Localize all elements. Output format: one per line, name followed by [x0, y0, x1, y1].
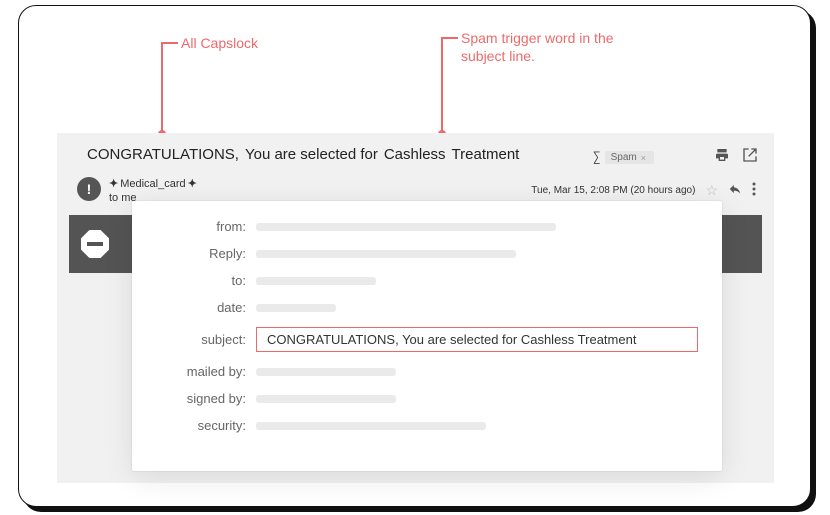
spam-chip-text: Spam [611, 152, 637, 163]
annotation-capslock: All Capslock [181, 34, 258, 52]
header-label-security: security: [156, 418, 256, 433]
star-icon[interactable]: ☆ [705, 182, 718, 199]
header-label-subject: subject: [156, 332, 256, 347]
reply-icon[interactable] [728, 182, 742, 199]
sender-name: Medical_card [120, 177, 185, 191]
header-label-from: from: [156, 219, 256, 234]
spam-chip[interactable]: Spam × [605, 151, 654, 164]
header-label-date: date: [156, 300, 256, 315]
email-meta: Tue, Mar 15, 2:08 PM (20 hours ago) ☆ [531, 182, 756, 199]
spam-label-group: ∑ Spam × [593, 150, 654, 165]
placeholder [256, 422, 486, 430]
headers-popup: from: Reply: to: date: subject:CONGRATUL… [132, 201, 722, 471]
header-subject-value: CONGRATULATIONS, You are selected for Ca… [256, 327, 698, 352]
subject-highlight: Cashless [384, 146, 446, 163]
frame: All Capslock Spam trigger word in the su… [18, 5, 811, 507]
subject-mid: You are selected for [245, 146, 378, 163]
header-label-mailed-by: mailed by: [156, 364, 256, 379]
annotation-connector [161, 42, 163, 132]
annotation-connector [441, 37, 443, 132]
expand-icon[interactable]: ✦ [188, 177, 197, 191]
more-icon[interactable] [752, 182, 756, 199]
expand-icon[interactable]: ✦ [109, 177, 118, 191]
placeholder [256, 277, 376, 285]
placeholder [256, 223, 556, 231]
annotation-connector [442, 37, 458, 39]
email-subject: CONGRATULATIONS, You are selected for Ca… [87, 146, 519, 163]
placeholder [256, 395, 396, 403]
warning-icon [81, 230, 109, 258]
remove-label-icon[interactable]: × [641, 153, 646, 163]
placeholder [256, 368, 396, 376]
print-icon[interactable] [714, 147, 730, 163]
email-actions [714, 147, 758, 163]
subject-suffix: Treatment [452, 146, 520, 163]
sender-avatar: ! [77, 177, 101, 201]
annotation-spamword: Spam trigger word in the subject line. [461, 29, 661, 65]
annotation-connector [162, 42, 178, 44]
subject-prefix: CONGRATULATIONS, [87, 146, 239, 163]
header-label-reply: Reply: [156, 246, 256, 261]
header-label-to: to: [156, 273, 256, 288]
open-new-window-icon[interactable] [742, 147, 758, 163]
email-timestamp: Tue, Mar 15, 2:08 PM (20 hours ago) [531, 185, 695, 196]
header-label-signed-by: signed by: [156, 391, 256, 406]
email-view: CONGRATULATIONS, You are selected for Ca… [57, 133, 774, 483]
label-indicator-icon: ∑ [593, 150, 599, 165]
placeholder [256, 304, 336, 312]
placeholder [256, 250, 516, 258]
